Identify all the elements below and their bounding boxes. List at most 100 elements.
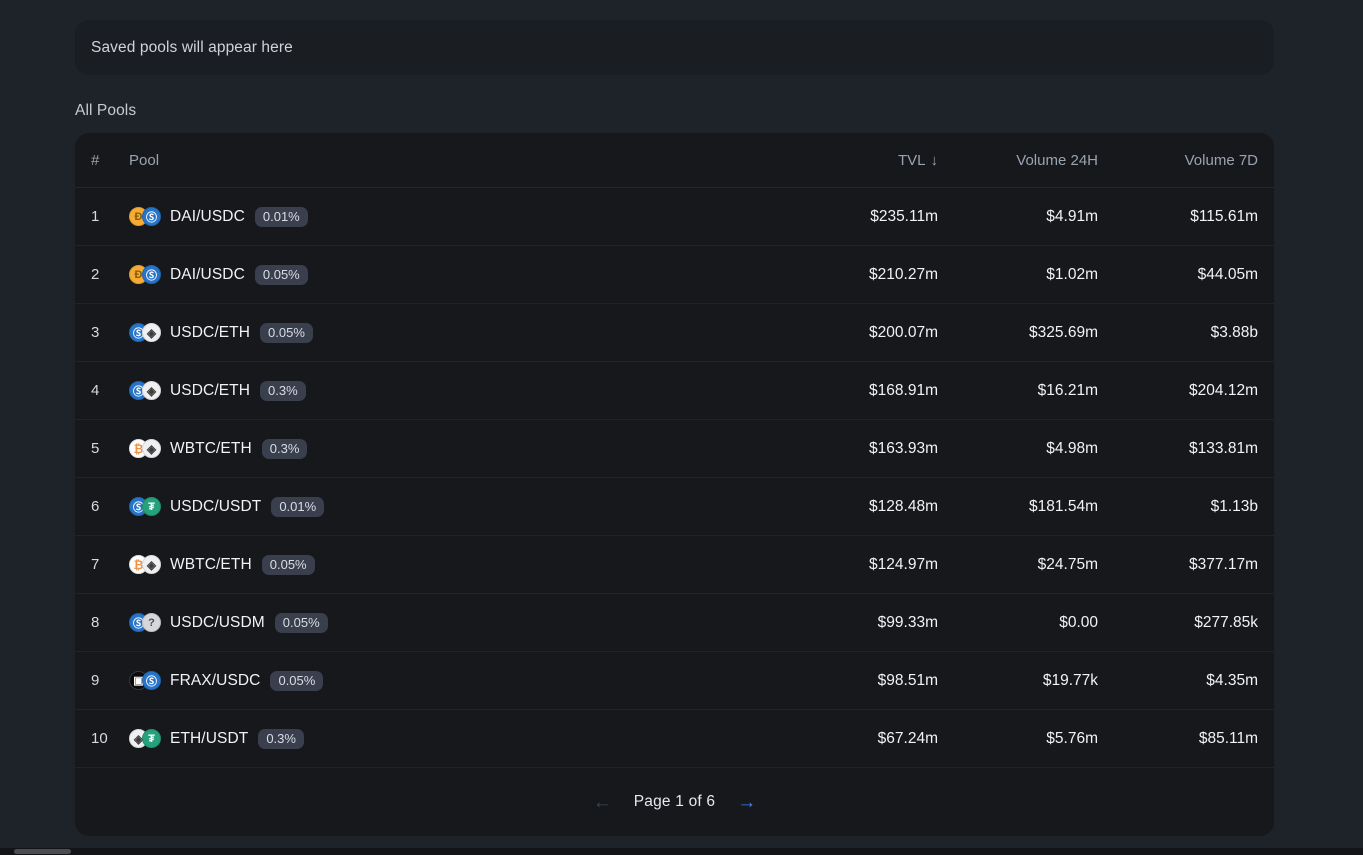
token-pair-icons: Ⓢ ◈ xyxy=(129,381,161,400)
table-row[interactable]: 2 Ɖ Ⓢ DAI/USDC 0.05% $210.27m $1.02m $44.05m xyxy=(75,246,1274,304)
fee-tier-badge: 0.05% xyxy=(254,264,308,285)
token-pair-icons: Ⓢ ◈ xyxy=(129,323,161,342)
row-rank: 4 xyxy=(91,382,100,399)
table-row[interactable]: 6 Ⓢ ₮ USDC/USDT 0.01% $128.48m $181.54m $1.13b xyxy=(75,478,1274,536)
row-pool: Ⓢ? USDC/USDM 0.05% xyxy=(129,612,760,633)
table-row[interactable]: 4 Ⓢ ◈ USDC/ETH 0.3% $168.91m $16.21m $204.12m xyxy=(75,362,1274,420)
row-volume-7d: $44.05m xyxy=(1197,265,1258,283)
usdc-token-icon: Ⓢ xyxy=(142,265,161,284)
usdt-token-icon: ₮ xyxy=(142,497,161,516)
row-tvl: $98.51m xyxy=(877,671,938,689)
usdt-token-icon: ₮ xyxy=(142,729,161,748)
previous-page-icon[interactable]: ← xyxy=(593,793,612,812)
fee-tier-badge: 0.05% xyxy=(270,670,324,691)
horizontal-scrollbar-thumb[interactable] xyxy=(14,849,71,854)
fee-tier-badge: 0.01% xyxy=(254,206,308,227)
header-volume-24h[interactable]: Volume 24H xyxy=(938,152,1098,169)
token-pair-icons: Ɖ Ⓢ xyxy=(129,265,161,284)
eth-token-icon: ◈ xyxy=(142,381,161,400)
row-rank: 3 xyxy=(91,324,100,341)
row-volume-7d: $133.81m xyxy=(1189,439,1258,457)
pool-name: USDC/ETH xyxy=(170,323,251,341)
header-tvl[interactable]: TVL ↓ xyxy=(760,152,938,169)
row-rank: 5 xyxy=(91,440,100,457)
token-pair-icons: ◈ ₮ xyxy=(129,729,161,748)
row-tvl: $235.11m xyxy=(870,207,938,225)
row-pool: Ɖ Ⓢ DAI/USDC 0.05% xyxy=(129,264,760,285)
page-indicator: Page 1 of 6 xyxy=(633,793,716,810)
row-pool: ₿ ◈ WBTC/ETH 0.05% xyxy=(129,554,760,575)
row-tvl: $128.48m xyxy=(869,497,938,515)
row-volume-24h: $19.77k xyxy=(1042,671,1098,689)
sort-descending-icon: ↓ xyxy=(930,151,939,169)
row-pool: Ɖ Ⓢ DAI/USDC 0.01% xyxy=(129,206,760,227)
header-volume-7d[interactable]: Volume 7D xyxy=(1098,152,1258,169)
table-row[interactable]: 7 ₿ ◈ WBTC/ETH 0.05% $124.97m $24.75m $377.17m xyxy=(75,536,1274,594)
row-volume-24h: $181.54m xyxy=(1029,497,1098,515)
table-row[interactable]: 8 Ⓢ? USDC/USDM 0.05% $99.33m $0.00 $277.85k xyxy=(75,594,1274,652)
fee-tier-badge: 0.05% xyxy=(261,554,315,575)
row-volume-7d: $115.61m xyxy=(1190,207,1258,225)
eth-token-icon: ◈ xyxy=(142,439,161,458)
row-volume-7d: $377.17m xyxy=(1189,555,1258,573)
row-volume-24h: $5.76m xyxy=(1046,729,1098,747)
row-volume-7d: $3.88b xyxy=(1210,323,1258,341)
row-pool: Ⓢ ₮ USDC/USDT 0.01% xyxy=(129,496,760,517)
table-row[interactable]: 3 Ⓢ ◈ USDC/ETH 0.05% $200.07m $325.69m $3.88b xyxy=(75,304,1274,362)
token-pair-icons: Ɖ Ⓢ xyxy=(129,207,161,226)
all-pools-title: All Pools xyxy=(75,102,137,119)
fee-tier-badge: 0.05% xyxy=(274,612,328,633)
header-pool: Pool xyxy=(129,151,160,169)
fee-tier-badge: 0.3% xyxy=(261,438,308,459)
table-row[interactable]: 1 Ɖ Ⓢ DAI/USDC 0.01% $235.11m $4.91m $115.61m xyxy=(75,188,1274,246)
saved-pools-banner: Saved pools will appear here xyxy=(75,20,1274,75)
token-pair-icons: ₿ ◈ xyxy=(129,555,161,574)
row-tvl: $124.97m xyxy=(869,555,938,573)
table-body: 1 Ɖ Ⓢ DAI/USDC 0.01% $235.11m $4.91m $115.61m 2 Ɖ… xyxy=(75,188,1274,768)
table-row[interactable]: 10 ◈ ₮ ETH/USDT 0.3% $67.24m $5.76m $85.11m xyxy=(75,710,1274,768)
horizontal-scrollbar[interactable] xyxy=(0,848,1363,855)
usdc-token-icon: Ⓢ xyxy=(142,671,161,690)
row-tvl: $67.24m xyxy=(877,729,938,747)
row-volume-24h: $4.91m xyxy=(1046,207,1098,225)
pool-name: DAI/USDC xyxy=(170,265,245,283)
row-rank: 9 xyxy=(91,672,100,689)
usdc-token-icon: Ⓢ xyxy=(142,207,161,226)
row-volume-24h: $325.69m xyxy=(1029,323,1098,341)
row-tvl: $163.93m xyxy=(869,439,938,457)
row-volume-7d: $204.12m xyxy=(1189,381,1258,399)
row-volume-7d: $85.11m xyxy=(1198,729,1258,747)
fee-tier-badge: 0.3% xyxy=(258,728,304,749)
pool-name: USDC/USDT xyxy=(170,497,262,515)
pool-name: USDC/ETH xyxy=(170,381,251,399)
row-rank: 8 xyxy=(91,614,100,631)
row-tvl: $99.33m xyxy=(877,613,938,631)
token-pair-icons: Ⓢ? xyxy=(129,613,161,632)
table-row[interactable]: 5 ₿ ◈ WBTC/ETH 0.3% $163.93m $4.98m $133.81m xyxy=(75,420,1274,478)
row-tvl: $210.27m xyxy=(869,265,938,283)
next-page-icon[interactable]: → xyxy=(737,793,756,812)
header-rank: # xyxy=(91,151,100,169)
row-rank: 1 xyxy=(91,208,100,225)
token-pair-icons: ₿ ◈ xyxy=(129,439,161,458)
saved-pools-empty-text: Saved pools will appear here xyxy=(91,38,293,56)
pool-name: WBTC/ETH xyxy=(170,555,252,573)
row-volume-24h: $4.98m xyxy=(1046,439,1098,457)
pool-name: WBTC/ETH xyxy=(170,439,252,457)
token-pair-icons: Ⓢ ₮ xyxy=(129,497,161,516)
row-pool: Ⓢ ◈ USDC/ETH 0.05% xyxy=(129,322,760,343)
table-header-row: # Pool TVL ↓ Volume 24H Volume 7D xyxy=(75,133,1274,188)
row-volume-24h: $1.02m xyxy=(1046,265,1098,283)
row-pool: ▣ Ⓢ FRAX/USDC 0.05% xyxy=(129,670,760,691)
app-root: Saved pools will appear here All Pools #… xyxy=(0,0,1363,848)
row-rank: 7 xyxy=(91,556,100,573)
row-tvl: $200.07m xyxy=(869,323,938,341)
row-pool: ◈ ₮ ETH/USDT 0.3% xyxy=(129,728,760,749)
fee-tier-badge: 0.01% xyxy=(271,496,325,517)
fee-tier-badge: 0.3% xyxy=(260,380,306,401)
pool-name: DAI/USDC xyxy=(170,207,245,225)
pool-name: USDC/USDM xyxy=(170,613,265,631)
table-row[interactable]: 9 ▣ Ⓢ FRAX/USDC 0.05% $98.51m $19.77k $4.35m xyxy=(75,652,1274,710)
fee-tier-badge: 0.05% xyxy=(260,322,313,343)
pools-table: # Pool TVL ↓ Volume 24H Volume 7D 1 Ɖ Ⓢ DAI/… xyxy=(75,133,1274,836)
